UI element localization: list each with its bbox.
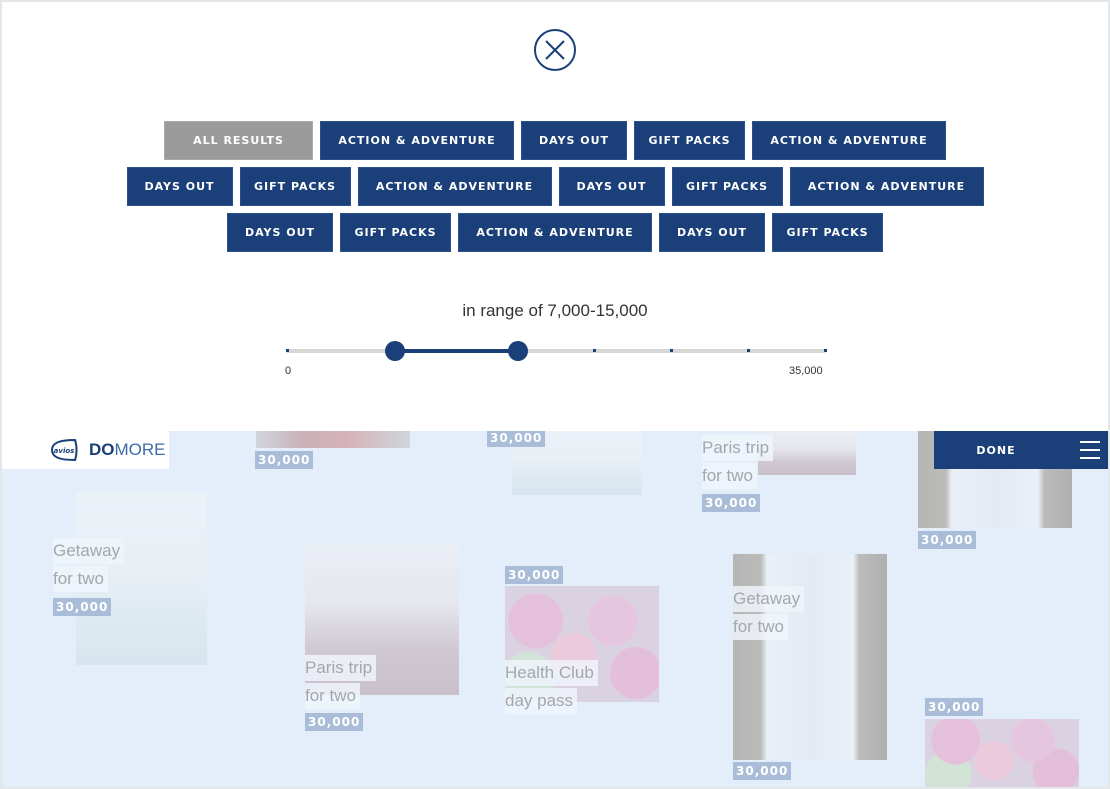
card-title: for two xyxy=(702,463,758,489)
card-title: Getaway xyxy=(733,586,805,612)
logo-bold: DO xyxy=(89,440,115,459)
card-title: Paris trip xyxy=(305,655,377,681)
logo-badge-text: avios xyxy=(54,447,75,455)
slider-selected-range xyxy=(394,349,518,353)
logo-wordmark: DOMORE xyxy=(89,440,166,460)
filter-action-adventure[interactable]: ACTION & ADVENTURE xyxy=(752,121,946,160)
filter-action-adventure[interactable]: ACTION & ADVENTURE xyxy=(789,167,984,206)
card-title: for two xyxy=(53,566,109,592)
slider-thumb-min[interactable] xyxy=(384,341,405,361)
slider-tick xyxy=(593,349,597,352)
app-frame: ALL RESULTS ACTION & ADVENTURE DAYS OUT … xyxy=(2,2,1108,787)
card-title: Paris trip xyxy=(702,435,774,461)
price-tag: 30,000 xyxy=(505,566,564,584)
filter-gift-packs[interactable]: GIFT PACKS xyxy=(671,167,783,206)
filter-row: ALL RESULTS ACTION & ADVENTURE DAYS OUT … xyxy=(2,121,1108,160)
card-image[interactable] xyxy=(733,554,887,760)
slider-tick xyxy=(670,349,674,352)
card-title: day pass xyxy=(505,688,578,714)
filter-gift-packs[interactable]: GIFT PACKS xyxy=(340,213,451,252)
price-tag: 30,000 xyxy=(487,431,546,447)
filter-row: DAYS OUT GIFT PACKS ACTION & ADVENTURE D… xyxy=(2,167,1108,206)
card-title: Getaway xyxy=(53,538,125,564)
close-button[interactable] xyxy=(534,29,576,71)
price-tag: 30,000 xyxy=(733,762,792,780)
price-range-slider[interactable] xyxy=(286,341,827,362)
results-grid: 30,000 30,000 Paris trip for two 30,000 … xyxy=(2,431,1108,787)
filter-row: DAYS OUT GIFT PACKS ACTION & ADVENTURE D… xyxy=(2,213,1108,252)
slider-tick xyxy=(286,349,289,352)
done-button[interactable]: DONE xyxy=(934,444,1058,457)
filter-action-adventure[interactable]: ACTION & ADVENTURE xyxy=(320,121,514,160)
price-tag: 30,000 xyxy=(305,713,364,731)
close-icon xyxy=(545,40,565,60)
price-tag: 30,000 xyxy=(918,531,977,549)
filter-days-out[interactable]: DAYS OUT xyxy=(659,213,765,252)
filter-gift-packs[interactable]: GIFT PACKS xyxy=(772,213,883,252)
price-tag: 30,000 xyxy=(702,494,761,512)
brand-logo[interactable]: avios DOMORE xyxy=(2,431,169,469)
filter-gift-packs[interactable]: GIFT PACKS xyxy=(634,121,745,160)
filter-days-out[interactable]: DAYS OUT xyxy=(521,121,627,160)
range-label: in range of 7,000-15,000 xyxy=(462,301,648,320)
category-filters: ALL RESULTS ACTION & ADVENTURE DAYS OUT … xyxy=(2,121,1108,259)
card-title: for two xyxy=(733,614,789,640)
filter-gift-packs[interactable]: GIFT PACKS xyxy=(239,167,351,206)
filter-days-out[interactable]: DAYS OUT xyxy=(558,167,665,206)
filter-all-results[interactable]: ALL RESULTS xyxy=(164,121,313,160)
filter-action-adventure[interactable]: ACTION & ADVENTURE xyxy=(357,167,552,206)
slider-tick xyxy=(747,349,751,352)
slider-track[interactable] xyxy=(287,349,825,353)
card-image[interactable] xyxy=(925,719,1079,787)
slider-min-label: 0 xyxy=(285,365,292,377)
filter-days-out[interactable]: DAYS OUT xyxy=(126,167,233,206)
avios-badge-icon: avios xyxy=(50,438,78,462)
done-bar: DONE xyxy=(934,431,1108,469)
card-title: for two xyxy=(305,683,361,709)
hamburger-menu-icon[interactable] xyxy=(1080,441,1100,459)
price-tag: 30,000 xyxy=(925,698,984,716)
filter-action-adventure[interactable]: ACTION & ADVENTURE xyxy=(458,213,652,252)
price-tag: 30,000 xyxy=(255,451,314,469)
slider-tick xyxy=(824,349,827,352)
logo-thin: MORE xyxy=(114,440,166,459)
filter-days-out[interactable]: DAYS OUT xyxy=(227,213,333,252)
card-image[interactable] xyxy=(256,431,410,448)
price-tag: 30,000 xyxy=(53,598,112,616)
card-title: Health Club xyxy=(505,660,598,686)
slider-max-label: 35,000 xyxy=(789,365,823,377)
slider-thumb-max[interactable] xyxy=(507,341,528,361)
